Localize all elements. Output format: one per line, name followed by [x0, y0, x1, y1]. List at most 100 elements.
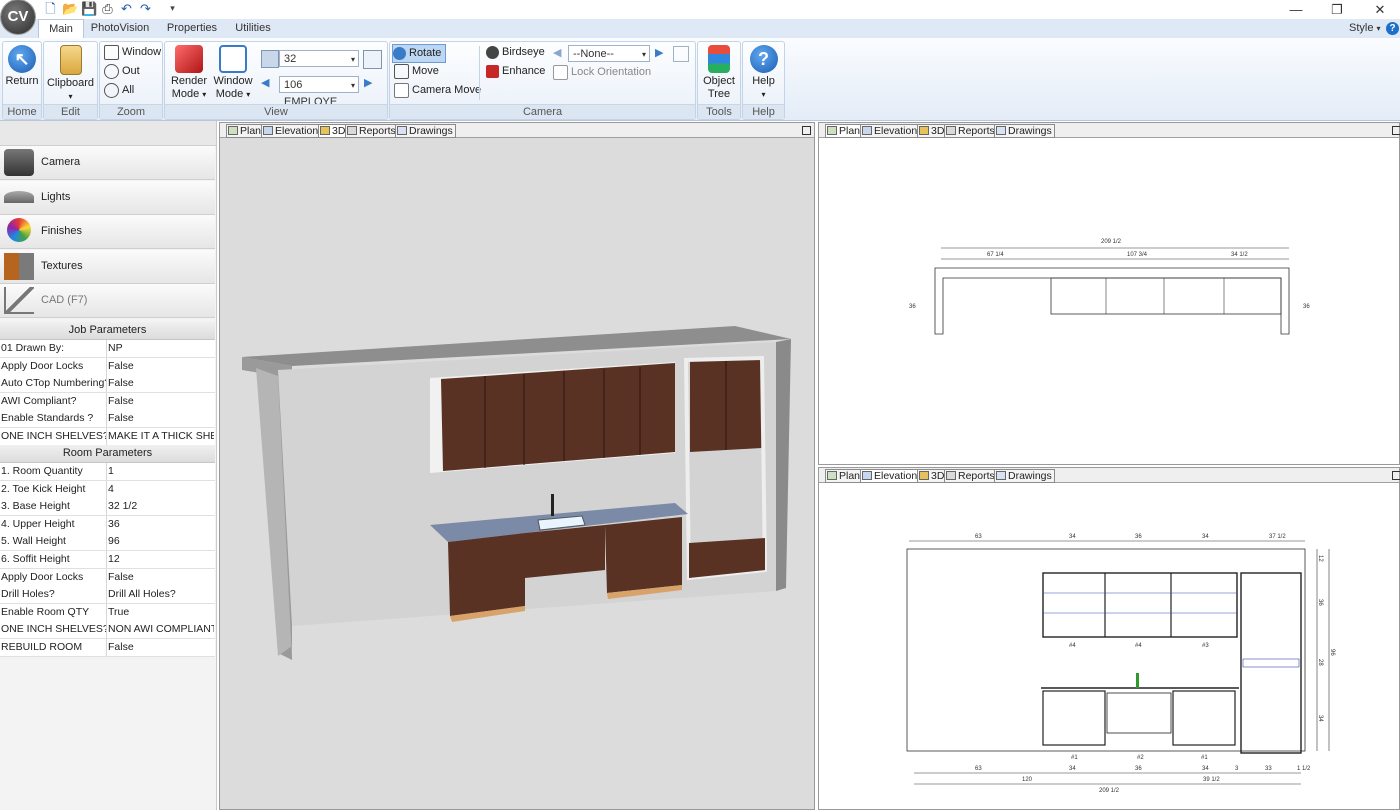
app-logo[interactable]: CV [1, 0, 35, 34]
zoom-all-button[interactable]: All [104, 82, 134, 99]
room-parameter-row[interactable]: Enable Room QTY True [0, 603, 215, 622]
job-parameter-row[interactable]: Auto CTop Numbering? False [0, 375, 215, 394]
next-wall-icon[interactable]: ▶ [364, 76, 372, 89]
view-tab-drawings[interactable]: Drawings [994, 469, 1055, 483]
view-tab-drawings[interactable]: Drawings [994, 124, 1055, 138]
room-parameter-value[interactable]: 4 [108, 481, 214, 498]
help-badge-icon[interactable]: ? [1386, 22, 1399, 35]
nav-textures[interactable]: Textures [0, 250, 215, 284]
job-parameter-row[interactable]: ONE INCH SHELVES? MAKE IT A THICK SHEL [0, 428, 215, 446]
restore-icon[interactable]: ❐ [1320, 0, 1354, 19]
tab-main[interactable]: Main [38, 19, 84, 39]
birdseye-button[interactable]: Birdseye [486, 44, 545, 61]
job-parameter-row[interactable]: Apply Door Locks False [0, 357, 215, 376]
prev-camera-icon[interactable]: ◀ [553, 46, 561, 59]
room-parameter-value[interactable]: False [108, 569, 214, 586]
redo-icon[interactable]: ↷ [138, 1, 153, 16]
job-parameter-row[interactable]: Enable Standards ? False [0, 410, 215, 429]
nav-finishes[interactable]: Finishes [0, 215, 215, 249]
room-parameter-row[interactable]: 2. Toe Kick Height 4 [0, 480, 215, 499]
job-parameter-value[interactable]: False [108, 358, 214, 375]
open-folder-icon[interactable]: 📂 [62, 1, 78, 16]
room-parameter-row[interactable]: 4. Upper Height 36 [0, 515, 215, 534]
job-parameter-row[interactable]: AWI Compliant? False [0, 392, 215, 411]
close-icon[interactable]: ✕ [1363, 0, 1397, 19]
room-parameter-value[interactable]: Drill All Holes? [108, 586, 214, 603]
view-tab-3d[interactable]: 3D [917, 124, 948, 138]
window-mode-button[interactable]: Window Mode ▾ [211, 45, 255, 101]
room-parameter-row[interactable]: 1. Room Quantity 1 [0, 463, 215, 481]
tab-properties[interactable]: Properties [160, 19, 224, 38]
job-parameter-value[interactable]: False [108, 375, 214, 392]
room-parameter-value[interactable]: 32 1/2 [108, 498, 214, 515]
edit-camera-icon[interactable] [673, 46, 689, 62]
room-parameter-value[interactable]: 1 [108, 463, 214, 480]
move-button[interactable]: Move [394, 63, 439, 80]
nav-camera[interactable]: Camera [0, 146, 215, 180]
view-tab-elevation[interactable]: Elevation [860, 124, 921, 138]
zoom-out-button[interactable]: Out [104, 63, 140, 80]
undo-icon[interactable]: ↶ [119, 1, 134, 16]
room-parameter-value[interactable]: NON AWI COMPLIANT [108, 621, 214, 638]
return-button[interactable]: ↖ Return [5, 45, 39, 88]
enhance-button[interactable]: Enhance [486, 63, 545, 80]
lock-orientation-checkbox[interactable]: Lock Orientation [553, 64, 651, 81]
room-parameter-value[interactable]: 12 [108, 551, 214, 568]
camera-move-checkbox[interactable] [394, 82, 409, 98]
view-tab-elevation[interactable]: Elevation [261, 124, 322, 138]
view-tab-3d[interactable]: 3D [318, 124, 349, 138]
view-tab-drawings[interactable]: Drawings [395, 124, 456, 138]
tab-utilities[interactable]: Utilities [228, 19, 278, 38]
clipboard-button[interactable]: Clipboard ▾ [46, 45, 95, 103]
room-parameter-row[interactable]: 3. Base Height 32 1/2 [0, 498, 215, 517]
zoom-window-button[interactable]: Window [104, 44, 161, 61]
maximize-pane-icon[interactable] [1392, 471, 1400, 480]
room-parameter-value[interactable]: 96 [108, 533, 214, 550]
viewport-3d[interactable] [220, 138, 814, 809]
job-parameter-value[interactable]: False [108, 393, 214, 410]
plan-drawing[interactable]: 209 1/2 67 1/4 107 3/4 34 1/2 36 36 [819, 138, 1399, 464]
view-tab-reports[interactable]: Reports [944, 469, 998, 483]
tab-photovision[interactable]: PhotoVision [86, 19, 154, 38]
next-camera-icon[interactable]: ▶ [655, 46, 663, 59]
room-parameter-row[interactable]: Apply Door Locks False [0, 568, 215, 587]
rotate-button[interactable]: Rotate [392, 44, 447, 63]
prev-wall-icon[interactable]: ◀ [261, 76, 269, 89]
room-parameter-row[interactable]: ONE INCH SHELVES? NON AWI COMPLIANT [0, 621, 215, 640]
job-parameter-value[interactable]: NP [108, 340, 214, 357]
nav-lights[interactable]: Lights [0, 181, 215, 215]
nav-cad[interactable]: CAD (F7) [0, 284, 215, 318]
room-parameter-value[interactable]: True [108, 604, 214, 621]
maximize-pane-icon[interactable] [802, 126, 811, 135]
elevation-combo[interactable]: 32 ▾ [279, 50, 359, 67]
print-icon[interactable]: ⎙ [100, 1, 115, 16]
style-menu[interactable]: Style ▾ [1349, 22, 1381, 34]
job-parameter-value[interactable]: False [108, 410, 214, 427]
render-mode-button[interactable]: Render Mode ▾ [167, 45, 211, 101]
fit-view-icon[interactable] [363, 50, 382, 69]
elevation-drawing[interactable]: 63 34 36 34 37 1/2 #4 #4 #3 #1 #2 #1 63 34 36 34 3 33 1… [819, 483, 1399, 809]
camera-move-button[interactable]: Camera Move [394, 82, 481, 99]
new-file-icon[interactable]: 🗋 [43, 1, 58, 16]
view-tab-plan[interactable]: Plan [825, 124, 864, 138]
maximize-pane-icon[interactable] [1392, 126, 1400, 135]
save-icon[interactable]: 💾 [81, 1, 97, 16]
help-button[interactable]: ? Help ▾ [745, 45, 782, 101]
view-tab-reports[interactable]: Reports [345, 124, 399, 138]
customize-toolbar-icon[interactable]: ▾ [165, 1, 180, 16]
view-tab-plan[interactable]: Plan [825, 469, 864, 483]
camera-preset-combo[interactable]: --None-- ▾ [568, 45, 650, 62]
room-parameter-row[interactable]: 5. Wall Height 96 [0, 533, 215, 552]
job-parameter-row[interactable]: 01 Drawn By: NP [0, 340, 215, 358]
room-parameter-value[interactable]: 36 [108, 516, 214, 533]
view-tab-3d[interactable]: 3D [917, 469, 948, 483]
job-parameter-value[interactable]: MAKE IT A THICK SHEL [108, 428, 214, 445]
view-tab-plan[interactable]: Plan [226, 124, 265, 138]
view-tab-reports[interactable]: Reports [944, 124, 998, 138]
room-parameter-row[interactable]: REBUILD ROOM False [0, 639, 215, 657]
minimize-icon[interactable]: — [1279, 0, 1313, 19]
room-parameter-row[interactable]: 6. Soffit Height 12 [0, 551, 215, 569]
view-tab-elevation[interactable]: Elevation [860, 469, 921, 483]
room-parameter-value[interactable]: False [108, 639, 214, 656]
object-tree-button[interactable]: Object Tree [699, 45, 739, 101]
